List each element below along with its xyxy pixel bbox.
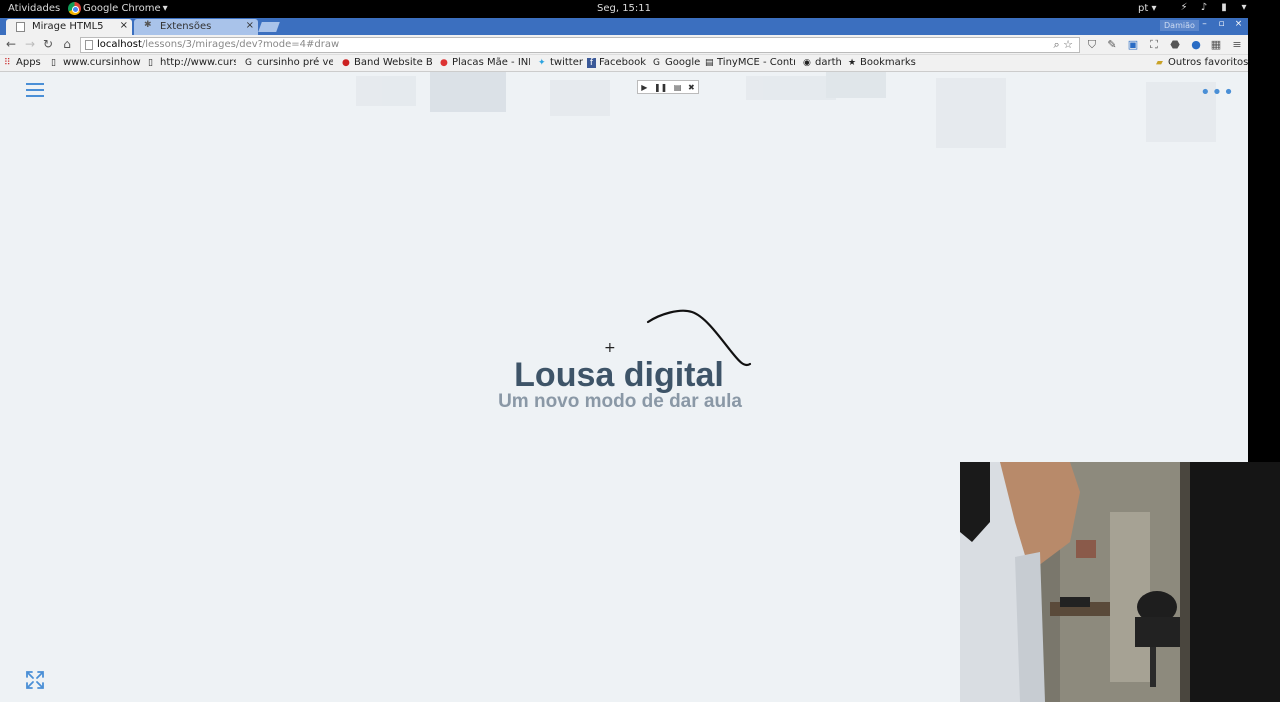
page-icon: [16, 22, 25, 32]
close-icon[interactable]: ✖: [688, 83, 695, 92]
maximize-icon[interactable]: ▫: [1215, 19, 1228, 30]
darth-icon: ◉: [803, 58, 811, 68]
extension-grid-icon[interactable]: ▦: [1209, 38, 1223, 52]
play-icon[interactable]: ▶: [641, 83, 647, 92]
language-indicator[interactable]: pt ▾: [1138, 3, 1156, 14]
close-tab-icon[interactable]: ×: [246, 20, 254, 31]
hamburger-menu-icon[interactable]: [26, 83, 44, 97]
page-icon: ▯: [148, 58, 153, 68]
band-icon: ●: [342, 58, 350, 68]
bookmark-item[interactable]: ▯ http://www.cursi: [148, 57, 236, 68]
apps-grid-icon: ⠿: [4, 58, 11, 68]
url-path: /lessons/3/mirages/dev?mode=4#draw: [141, 39, 340, 50]
bookmark-item[interactable]: ✦ twitter: [538, 57, 583, 68]
bookmark-item[interactable]: ● Band Website Bu: [342, 57, 432, 68]
reload-icon[interactable]: ↻: [40, 37, 56, 51]
slide-subtitle: Um novo modo de dar aula: [498, 391, 742, 412]
volume-icon: ♪: [1200, 2, 1208, 13]
page-icon: ▯: [51, 58, 56, 68]
screen-icon[interactable]: ▤: [674, 83, 682, 92]
minimize-icon[interactable]: –: [1198, 19, 1211, 30]
gnome-top-bar: Atividades Google Chrome ▾ Seg, 15:11 pt…: [0, 0, 1280, 18]
tab-strip: Mirage HTML5 × ✱ Extensões × Damião – ▫ …: [0, 18, 1248, 35]
google-icon: G: [653, 58, 660, 68]
twitter-icon: ✦: [538, 58, 546, 68]
address-bar[interactable]: localhost/lessons/3/mirages/dev?mode=4#d…: [80, 37, 1080, 53]
profile-button[interactable]: Damião: [1160, 20, 1199, 31]
chrome-menu-icon[interactable]: ≡: [1230, 38, 1244, 52]
tab-label: Extensões: [160, 21, 212, 32]
clock[interactable]: Seg, 15:11: [0, 3, 1248, 14]
tab-label: Mirage HTML5: [32, 21, 104, 32]
extension-icon[interactable]: ⬣: [1168, 38, 1182, 52]
google-icon: G: [245, 58, 252, 68]
webcam-video: [960, 462, 1280, 702]
chevron-down-icon: ▾: [1241, 2, 1247, 13]
page-icon: [85, 40, 93, 50]
close-window-icon[interactable]: ×: [1232, 19, 1245, 30]
new-tab-button[interactable]: [258, 22, 280, 32]
tab-mirage[interactable]: Mirage HTML5 ×: [6, 19, 132, 35]
star-icon: ★: [848, 58, 857, 68]
browser-toolbar: ← → ↻ ⌂ localhost/lessons/3/mirages/dev?…: [0, 35, 1248, 55]
system-tray[interactable]: ⚡ ♪ ▮ ▾: [1178, 2, 1250, 14]
bookmark-item[interactable]: ◉ darth: [803, 57, 842, 68]
eyedropper-icon[interactable]: ✎: [1105, 38, 1119, 52]
bookmark-apps[interactable]: ⠿ Apps: [4, 57, 41, 68]
fullscreen-expand-icon[interactable]: [25, 670, 45, 690]
html5-icon[interactable]: ⛉: [1085, 38, 1099, 52]
extension-l-icon[interactable]: ▣: [1126, 38, 1140, 52]
slide-thumbnails: [356, 72, 1226, 152]
facebook-icon: f: [587, 58, 596, 68]
crosshair-cursor: +: [604, 340, 616, 356]
other-bookmarks-folder[interactable]: ▰ Outros favoritos: [1156, 57, 1248, 68]
player-controls: ▶ ❚❚ ▤ ✖: [637, 80, 699, 94]
bookmark-item[interactable]: Gcursinho pré ves: [245, 57, 333, 68]
bookmark-item[interactable]: ▤ TinyMCE - Contr: [705, 57, 795, 68]
bookmark-item[interactable]: G Google: [653, 57, 700, 68]
folder-icon: ▰: [1156, 58, 1163, 68]
bookmark-item[interactable]: ★ Bookmarks: [848, 57, 916, 68]
puzzle-icon: ✱: [144, 20, 152, 30]
pause-icon[interactable]: ❚❚: [654, 83, 667, 92]
bookmark-item[interactable]: f Facebook: [587, 57, 646, 68]
forward-icon[interactable]: →: [22, 37, 38, 51]
tinymce-icon: ▤: [705, 58, 714, 68]
home-icon[interactable]: ⌂: [59, 37, 75, 51]
zoom-icon[interactable]: ⌕: [1053, 38, 1059, 51]
battery-icon: ▮: [1221, 2, 1227, 13]
slide-title-block: Lousa digital Um novo modo de dar aula: [0, 356, 1248, 413]
more-options-icon[interactable]: •••: [1200, 82, 1235, 103]
bookmark-star-icon[interactable]: ☆: [1063, 38, 1073, 51]
bookmarks-bar: ⠿ Apps ▯ www.cursinhowe ▯ http://www.cursi …: [0, 55, 1248, 72]
screen-capture-icon[interactable]: ⛶: [1147, 38, 1161, 52]
bookmark-item[interactable]: ● Placas Mãe - INF: [440, 57, 530, 68]
url-host: localhost: [97, 39, 142, 50]
extension-blue-icon[interactable]: ●: [1189, 38, 1203, 52]
slide-title: Lousa digital: [514, 356, 724, 394]
tab-extensoes[interactable]: ✱ Extensões ×: [134, 19, 258, 35]
back-icon[interactable]: ←: [3, 37, 19, 51]
apple-icon: ●: [440, 58, 448, 68]
bookmark-item[interactable]: ▯ www.cursinhowe: [51, 57, 141, 68]
network-icon: ⚡: [1180, 2, 1188, 13]
close-tab-icon[interactable]: ×: [120, 20, 128, 31]
